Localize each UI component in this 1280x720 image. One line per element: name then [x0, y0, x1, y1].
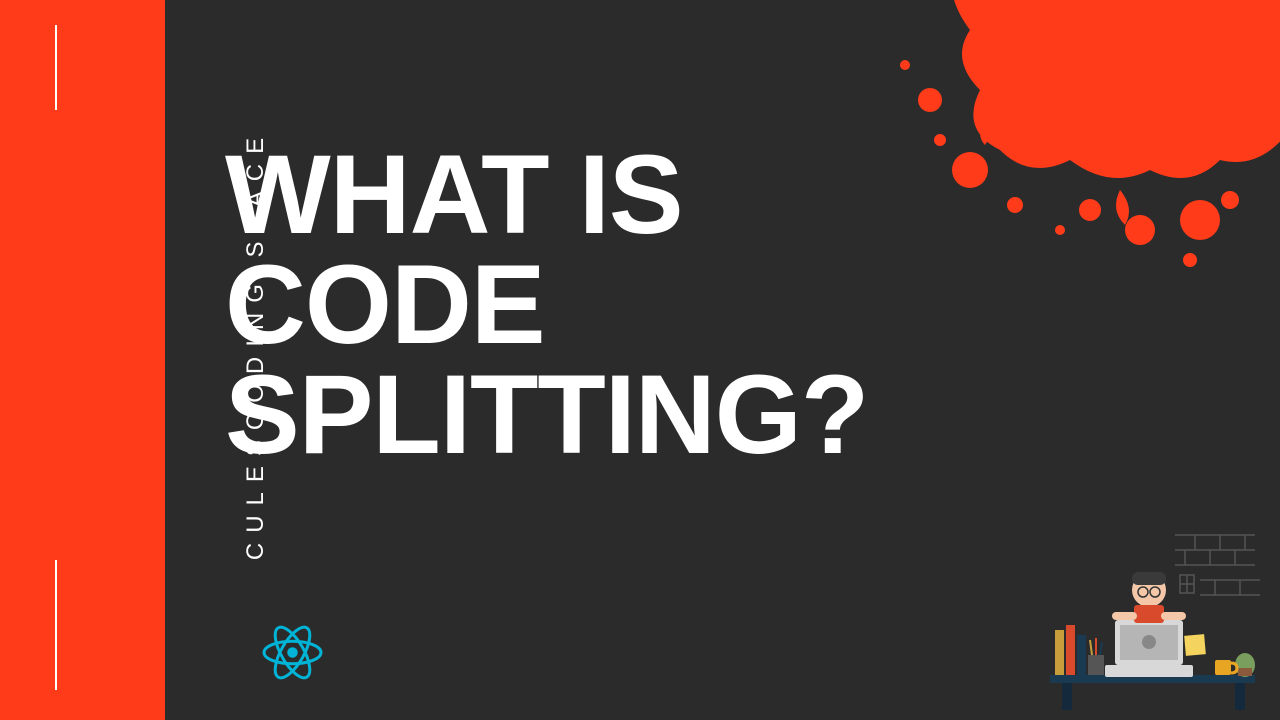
title-line-1: WHAT IS — [225, 132, 683, 257]
paint-splatter-decoration — [840, 0, 1280, 320]
page-title: WHAT IS CODE SPLITTING? — [225, 140, 868, 469]
decorative-line-bottom — [55, 560, 57, 690]
decorative-line-top — [55, 25, 57, 110]
title-line-2: CODE — [225, 242, 545, 367]
react-logo-icon — [255, 615, 330, 695]
title-line-3: SPLITTING? — [225, 352, 868, 477]
sidebar-accent: CULESCODING.SPACE — [0, 0, 165, 720]
developer-illustration — [1040, 520, 1260, 710]
